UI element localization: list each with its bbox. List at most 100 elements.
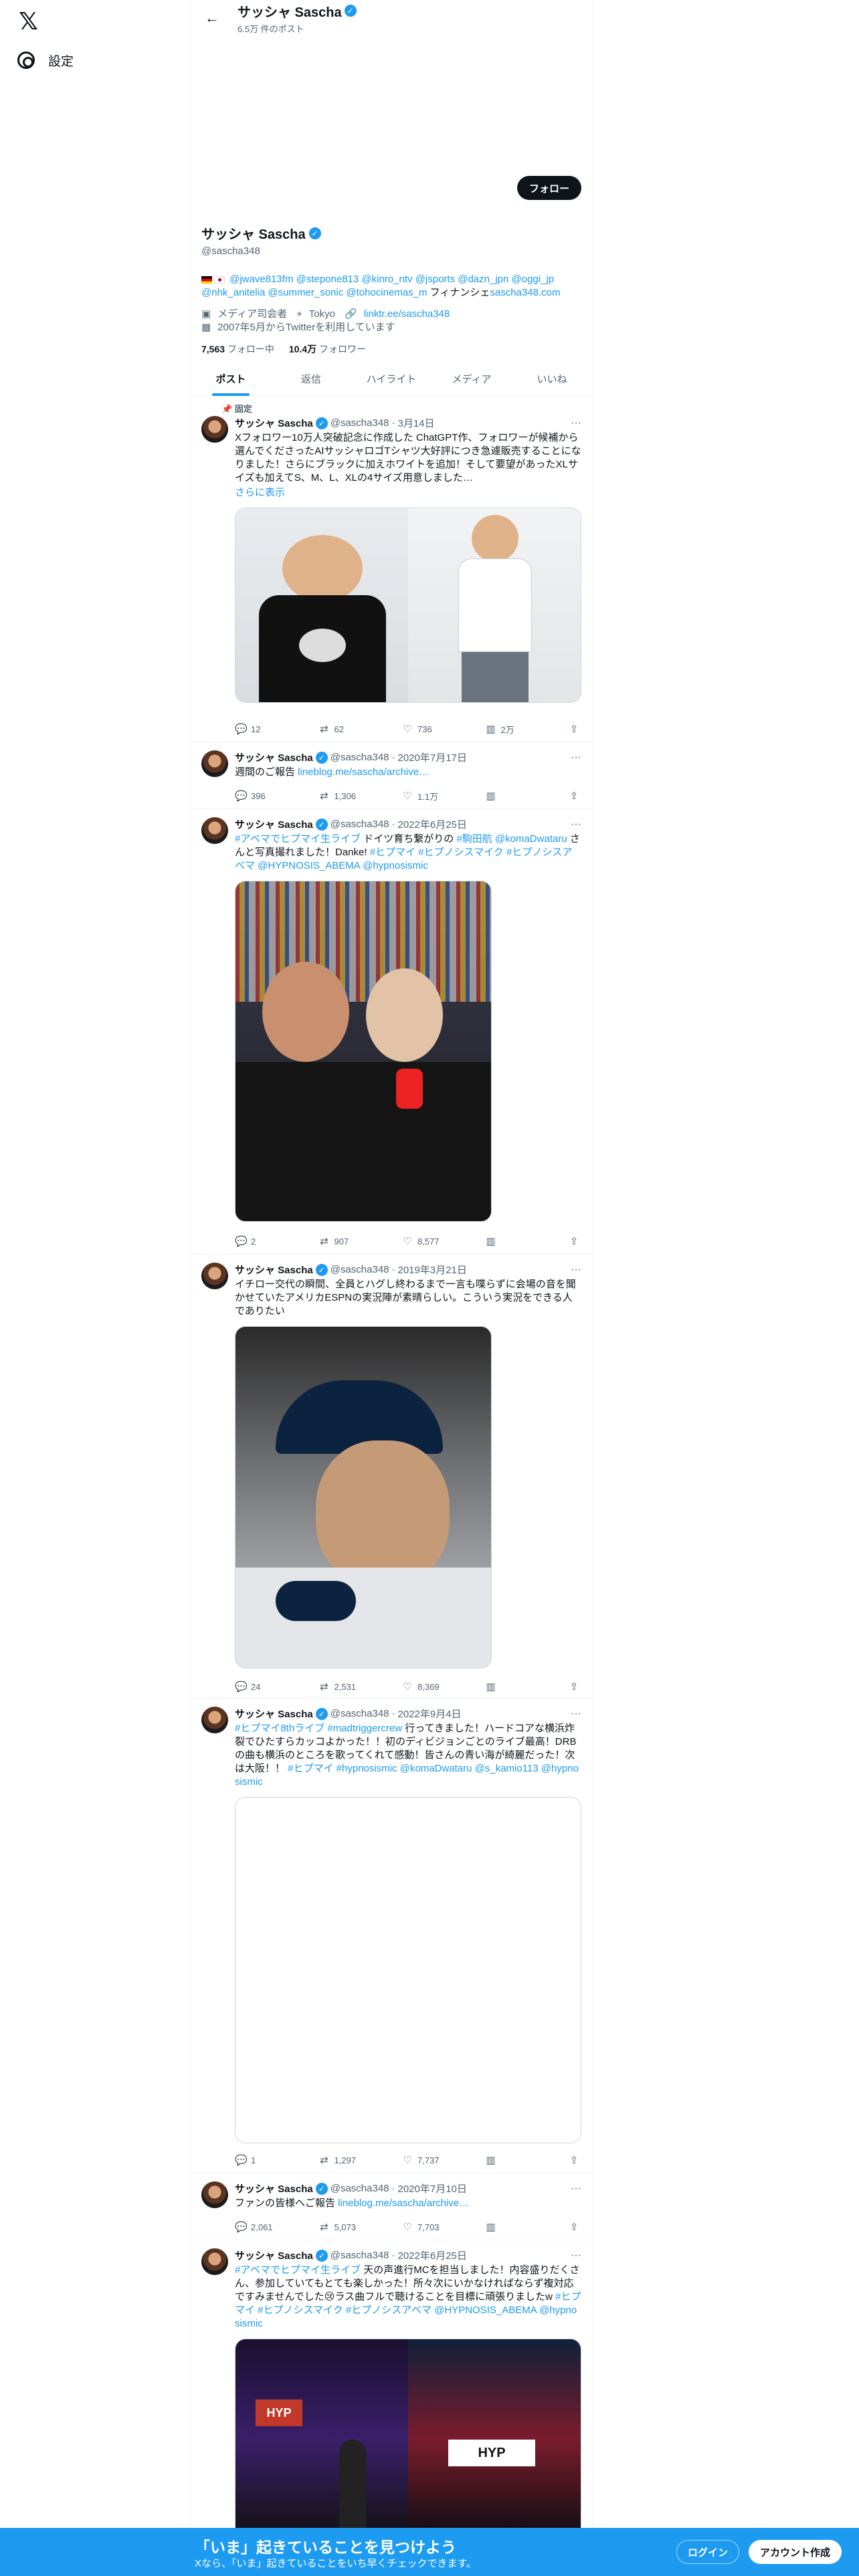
tweet-handle: @sascha348	[330, 417, 389, 429]
reply-button[interactable]: 💬 396	[235, 789, 302, 802]
reply-button[interactable]: 💬 2,061	[235, 2220, 302, 2234]
tab-likes[interactable]: いいね	[512, 361, 592, 396]
tweet-actions: 💬 1 ⇄ 1,297 ♡ 7,737 ▥ ⇪	[235, 2153, 581, 2167]
tab-media[interactable]: メディア	[432, 361, 512, 396]
tweet-link[interactable]: lineblog.me/sascha/archive…	[298, 766, 429, 778]
heart-icon: ♡	[403, 724, 412, 735]
verified-badge-icon: ✓	[315, 2249, 328, 2262]
tweet[interactable]: サッシャ Sascha ✓ @sascha348 · 3月14日 ··· Xフォロワー10…	[191, 408, 592, 742]
avatar[interactable]	[201, 416, 228, 443]
tweet-handle: @sascha348	[330, 819, 389, 830]
more-icon[interactable]: ···	[571, 1264, 581, 1276]
verified-badge-icon: ✓	[315, 417, 328, 429]
share-button[interactable]: ⇪	[568, 789, 581, 802]
reply-button[interactable]: 💬 1	[235, 2153, 302, 2167]
like-button[interactable]: ♡ 8,369	[401, 1680, 468, 1693]
tweet-media[interactable]	[235, 508, 581, 703]
tweet[interactable]: サッシャ Sascha ✓ @sascha348 · 2022年6月25日 ··· #アベ…	[191, 809, 592, 1255]
tweet[interactable]: サッシャ Sascha ✓ @sascha348 · 2019年3月21日 ··· イチロ…	[191, 1255, 592, 1699]
profile-link[interactable]: linktr.ee/sascha348	[364, 308, 450, 320]
reply-button[interactable]: 💬 2	[235, 1235, 302, 1248]
share-button[interactable]: ⇪	[568, 1235, 581, 1248]
more-icon[interactable]: ···	[571, 417, 581, 429]
avatar[interactable]	[201, 2181, 228, 2208]
tab-posts[interactable]: ポスト	[191, 361, 271, 396]
reply-icon: 💬	[235, 724, 248, 735]
views-button[interactable]: ▥	[485, 2153, 552, 2167]
views-button[interactable]: ▥	[485, 1235, 552, 1248]
retweet-button[interactable]: ⇄ 62	[318, 722, 385, 736]
profile-handle: @sascha348	[201, 245, 260, 257]
reply-button[interactable]: 💬 12	[235, 722, 302, 736]
share-button[interactable]: ⇪	[568, 1680, 581, 1693]
share-button[interactable]: ⇪	[568, 2220, 581, 2234]
more-icon[interactable]: ···	[571, 819, 581, 831]
reply-button[interactable]: 💬 24	[235, 1680, 302, 1693]
avatar[interactable]	[201, 750, 228, 777]
more-icon[interactable]: ···	[571, 1708, 581, 1720]
tweet-media[interactable]	[235, 881, 492, 1222]
show-more-link[interactable]: さらに表示	[235, 486, 581, 500]
more-icon[interactable]: ···	[571, 752, 581, 764]
retweet-button[interactable]: ⇄ 907	[318, 1235, 385, 1248]
tweet-media[interactable]	[235, 1797, 581, 2143]
views-button[interactable]: ▥	[485, 789, 552, 802]
login-button[interactable]: ログイン	[676, 2540, 740, 2564]
nav-settings[interactable]: 設定	[17, 45, 74, 75]
back-arrow-icon[interactable]: ←	[200, 6, 224, 30]
tweet[interactable]: サッシャ Sascha ✓ @sascha348 · 2022年9月4日 ··· #ヒプマ…	[191, 1699, 592, 2173]
tab-highlights[interactable]: ハイライト	[351, 361, 432, 396]
more-icon[interactable]: ···	[571, 2183, 581, 2195]
share-icon: ⇪	[569, 2155, 579, 2166]
profile-name: サッシャ Sascha	[201, 227, 306, 242]
signup-banner: 「いま」起きていることを見つけよう Xなら、「いま」起きていることをいち早くチェ…	[0, 2528, 859, 2576]
tweet-handle: @sascha348	[330, 1708, 389, 1719]
tweet[interactable]: サッシャ Sascha ✓ @sascha348 · 2020年7月17日 ··· 週間の…	[191, 742, 592, 809]
share-button[interactable]: ⇪	[568, 722, 581, 736]
reply-icon: 💬	[235, 790, 248, 802]
retweet-button[interactable]: ⇄ 5,073	[318, 2220, 385, 2234]
avatar[interactable]	[201, 817, 228, 844]
calendar-icon: ▦	[201, 322, 211, 333]
stage-photo-right: HYP	[408, 2339, 581, 2539]
like-button[interactable]: ♡ 7,737	[401, 2153, 468, 2167]
views-button[interactable]: ▥	[485, 1680, 552, 1693]
like-button[interactable]: ♡ 736	[401, 722, 468, 736]
retweet-icon: ⇄	[320, 2155, 328, 2166]
retweet-button[interactable]: ⇄ 1,297	[318, 2153, 385, 2167]
heart-icon: ♡	[403, 790, 412, 802]
heart-icon: ♡	[403, 1681, 412, 1693]
tweet-text: #アベマでヒプマイ生ライブ ドイツ育ち繋がりの #駒田航 @komaDwatar…	[235, 833, 580, 871]
following-count[interactable]: 7,563	[201, 344, 225, 354]
tab-replies[interactable]: 返信	[271, 361, 351, 396]
stage-photo-left: HYP	[235, 2339, 408, 2539]
avatar[interactable]	[201, 2248, 228, 2275]
germany-flag-icon	[201, 276, 212, 284]
tweet-media[interactable]: HYP HYP	[235, 2339, 581, 2539]
followers-label: フォロワー	[318, 344, 366, 354]
share-button[interactable]: ⇪	[568, 2153, 581, 2167]
tweet[interactable]: サッシャ Sascha ✓ @sascha348 · 2022年6月25日 ··· #アベ…	[191, 2240, 592, 2576]
tweet[interactable]: サッシャ Sascha ✓ @sascha348 · 2020年7月10日 ··· ファン…	[191, 2173, 592, 2240]
gear-icon	[17, 51, 35, 69]
tweet-media[interactable]	[235, 1326, 492, 1669]
like-button[interactable]: ♡ 1.1万	[401, 789, 468, 802]
follow-button[interactable]: フォロー	[516, 176, 581, 200]
x-logo-icon[interactable]: 𝕏	[19, 8, 45, 35]
link-icon: 🔗	[345, 308, 357, 320]
tweet-link[interactable]: lineblog.me/sascha/archive…	[338, 2197, 469, 2209]
more-icon[interactable]: ···	[571, 2250, 581, 2262]
views-button[interactable]: ▥	[485, 2220, 552, 2234]
avatar[interactable]	[201, 1707, 228, 1733]
verified-badge-icon: ✓	[315, 751, 328, 764]
bio-site-link[interactable]: sascha348.com	[490, 287, 560, 298]
views-button[interactable]: ▥ 2万	[485, 722, 552, 736]
like-button[interactable]: ♡ 7,703	[401, 2220, 468, 2234]
like-button[interactable]: ♡ 8,577	[401, 1235, 468, 1248]
followers-count[interactable]: 10.4万	[289, 344, 316, 354]
left-nav: 𝕏 設定	[0, 0, 190, 2576]
avatar[interactable]	[201, 1263, 228, 1289]
retweet-button[interactable]: ⇄ 2,531	[318, 1680, 385, 1693]
retweet-button[interactable]: ⇄ 1,306	[318, 789, 385, 802]
signup-button[interactable]: アカウント作成	[749, 2540, 842, 2564]
